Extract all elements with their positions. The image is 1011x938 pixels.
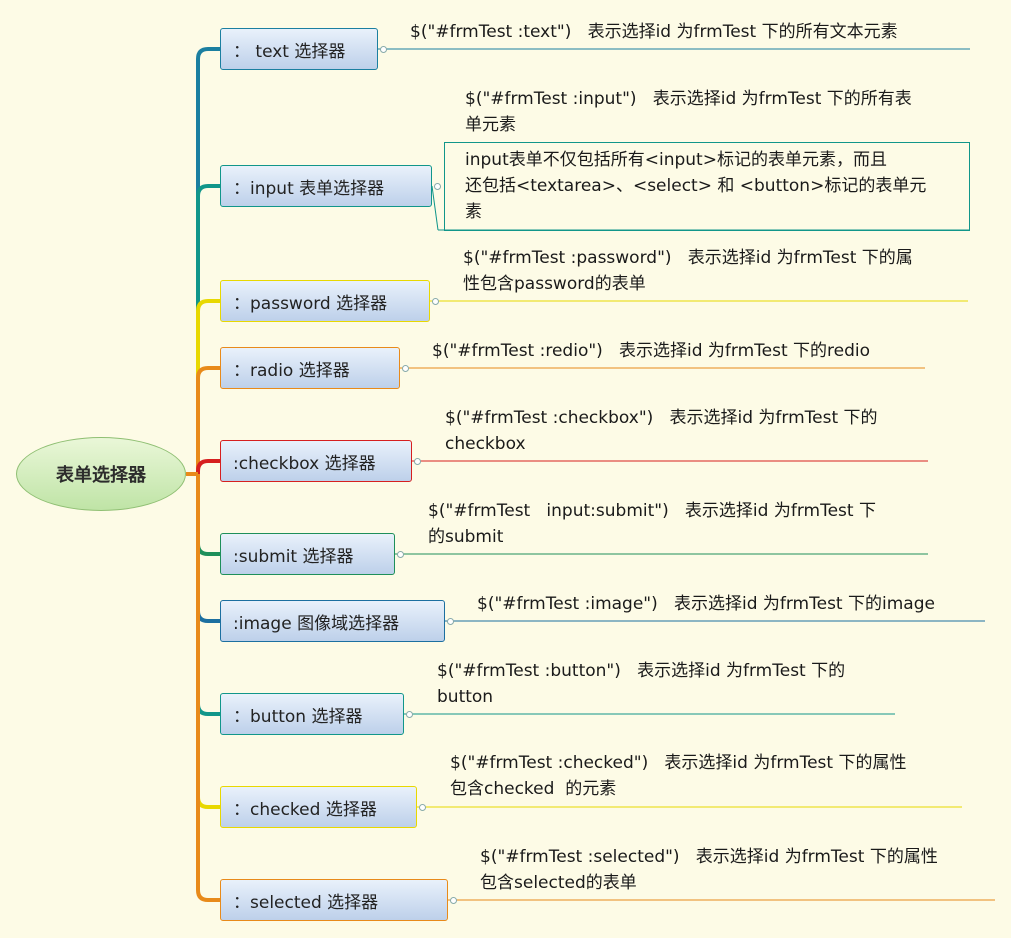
collapse-toggle-icon[interactable] xyxy=(414,458,421,465)
branch-connector xyxy=(196,459,220,474)
collapse-toggle-icon[interactable] xyxy=(380,46,387,53)
note-input: input表单不仅包括所有<input>标记的表单元素，而且 还包括<texta… xyxy=(465,150,927,222)
collapse-toggle-icon[interactable] xyxy=(402,365,409,372)
desc-radio: $("#frmTest :redio") 表示选择id 为frmTest 下的r… xyxy=(432,341,871,361)
desc-connector xyxy=(431,185,439,231)
desc-selected: $("#frmTest :selected") 表示选择id 为frmTest … xyxy=(480,847,938,893)
desc-input: $("#frmTest :input") 表示选择id 为frmTest 下的所… xyxy=(465,89,912,135)
desc-checkbox: $("#frmTest :checkbox") 表示选择id 为frmTest … xyxy=(445,408,878,454)
collapse-toggle-icon[interactable] xyxy=(397,551,404,558)
collapse-toggle-icon[interactable] xyxy=(419,804,426,811)
node-checked-selector[interactable]: ：checked 选择器 xyxy=(220,786,417,828)
desc-password: $("#frmTest :password") 表示选择id 为frmTest … xyxy=(463,248,913,294)
branch-connector xyxy=(196,47,220,474)
branch-connector xyxy=(196,366,220,474)
collapse-toggle-icon[interactable] xyxy=(450,897,457,904)
root-node[interactable]: 表单选择器 xyxy=(16,437,186,511)
desc-submit: $("#frmTest input:submit") 表示选择id 为frmTe… xyxy=(428,501,876,547)
node-text-selector[interactable]: ： text 选择器 xyxy=(220,28,378,70)
collapse-toggle-icon[interactable] xyxy=(432,298,439,305)
collapse-toggle-icon[interactable] xyxy=(447,618,454,625)
branch-connector xyxy=(196,474,220,623)
desc-text: $("#frmTest :text") 表示选择id 为frmTest 下的所有… xyxy=(410,22,898,42)
desc-button: $("#frmTest :button") 表示选择id 为frmTest 下的… xyxy=(437,661,846,707)
node-image-selector[interactable]: :image 图像域选择器 xyxy=(220,600,445,642)
branch-connector xyxy=(196,474,220,902)
node-button-selector[interactable]: ：button 选择器 xyxy=(220,693,404,735)
branch-connector xyxy=(196,184,220,474)
desc-checked: $("#frmTest :checked") 表示选择id 为frmTest 下… xyxy=(450,753,907,799)
collapse-toggle-icon[interactable] xyxy=(406,711,413,718)
node-radio-selector[interactable]: ：radio 选择器 xyxy=(220,347,400,389)
node-submit-selector[interactable]: :submit 选择器 xyxy=(220,533,395,575)
collapse-toggle-icon[interactable] xyxy=(434,183,441,190)
desc-image: $("#frmTest :image") 表示选择id 为frmTest 下的i… xyxy=(477,594,935,614)
node-selected-selector[interactable]: ：selected 选择器 xyxy=(220,879,448,921)
branch-connector xyxy=(196,299,220,474)
node-password-selector[interactable]: ：password 选择器 xyxy=(220,280,430,322)
branch-connector xyxy=(196,474,220,809)
node-checkbox-selector[interactable]: :checkbox 选择器 xyxy=(220,440,412,482)
branch-connector xyxy=(196,474,220,556)
branch-connector xyxy=(196,474,220,716)
node-input-selector[interactable]: ：input 表单选择器 xyxy=(220,165,432,207)
